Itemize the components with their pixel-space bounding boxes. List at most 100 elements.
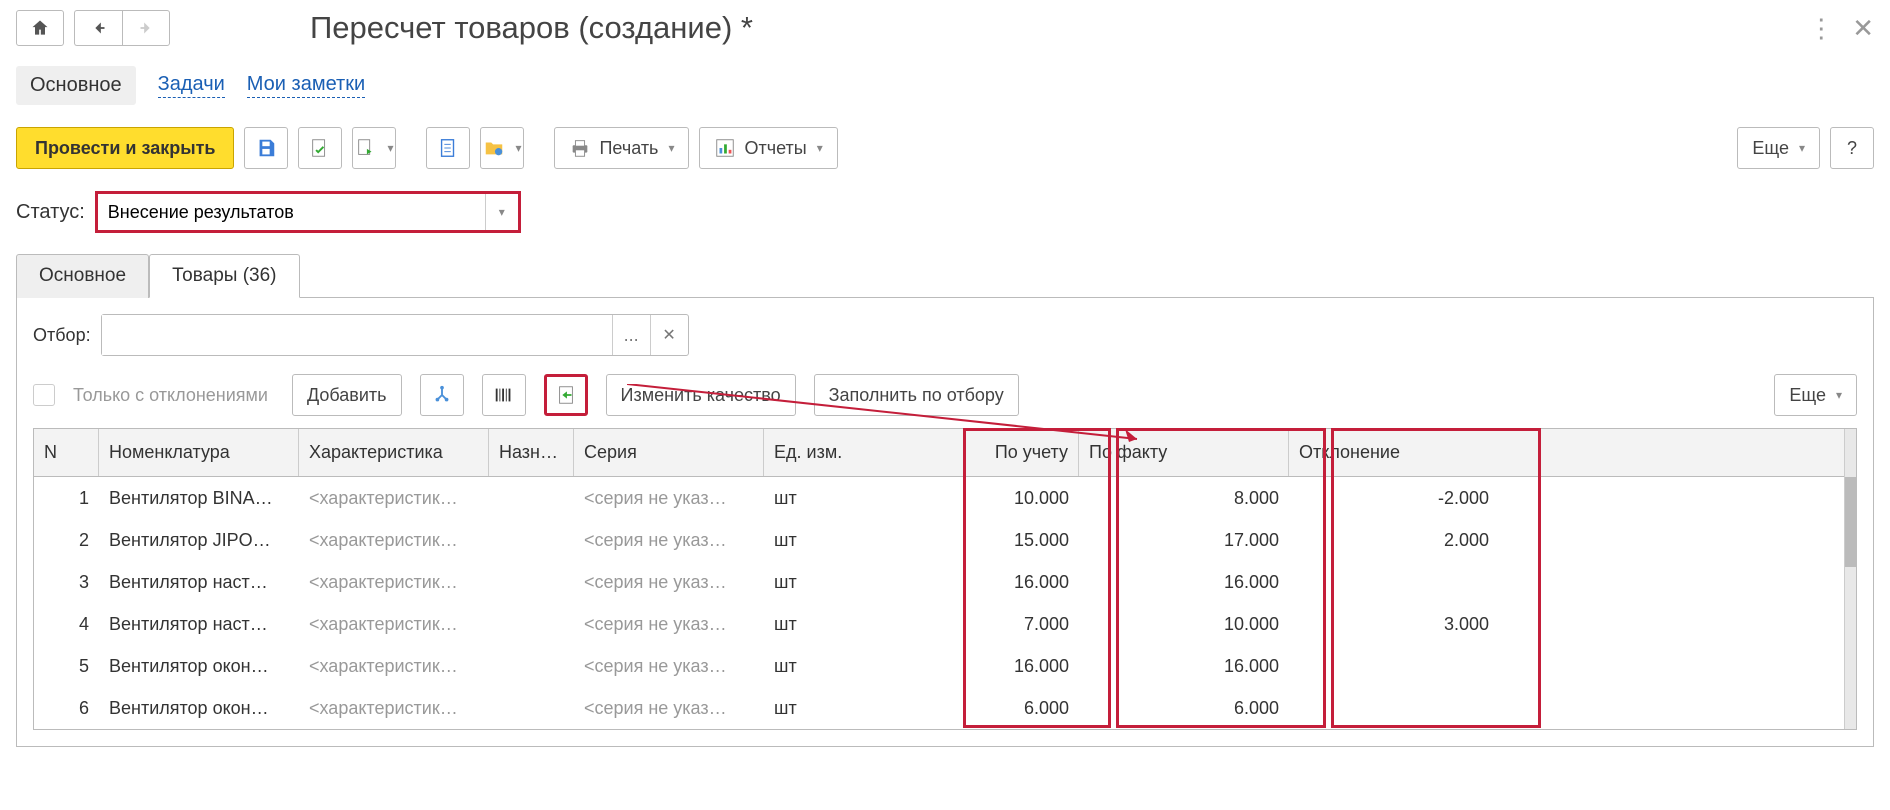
barcode-button[interactable] [482,374,526,416]
cell-nom: Вентилятор окон… [99,687,299,729]
status-dropdown-icon[interactable]: ▾ [486,194,518,230]
help-button[interactable]: ? [1830,127,1874,169]
chart-icon [714,137,736,159]
scrollbar[interactable] [1844,429,1856,729]
col-uch[interactable]: По учету [964,429,1079,476]
grid-more-button[interactable]: Еще [1774,374,1857,416]
import-button[interactable] [544,374,588,416]
document-check-icon [309,137,331,159]
cell-uch: 16.000 [964,645,1079,687]
cell-um: шт [764,519,964,561]
fill-by-filter-button[interactable]: Заполнить по отбору [814,374,1019,416]
cell-char: <характеристик… [299,645,489,687]
cell-nom: Вентилятор окон… [99,645,299,687]
cell-fact: 10.000 [1079,603,1289,645]
arrow-right-icon [135,17,157,39]
col-nazn[interactable]: Назн… [489,429,574,476]
cell-ser: <серия не указ… [574,477,764,519]
cell-uch: 16.000 [964,561,1079,603]
doc-icon-button[interactable] [426,127,470,169]
forward-button[interactable] [122,10,170,46]
post-button[interactable] [298,127,342,169]
home-icon [30,18,50,38]
cell-nazn [489,561,574,603]
cell-um: шт [764,561,964,603]
cell-nom: Вентилятор наст… [99,603,299,645]
col-um[interactable]: Ед. изм. [764,429,964,476]
cell-dev: 2.000 [1289,519,1499,561]
split-button[interactable] [420,374,464,416]
table-row[interactable]: 4 Вентилятор наст… <характеристик… <сери… [34,603,1844,645]
back-button[interactable] [74,10,122,46]
cell-nazn [489,687,574,729]
cell-nom: Вентилятор JIPO… [99,519,299,561]
cell-dev [1289,645,1499,687]
link-tab-tasks[interactable]: Задачи [158,73,225,98]
col-nom[interactable]: Номенклатура [99,429,299,476]
table-row[interactable]: 3 Вентилятор наст… <характеристик… <сери… [34,561,1844,603]
cell-char: <характеристик… [299,477,489,519]
cell-dev [1289,687,1499,729]
cell-n: 1 [34,477,99,519]
filter-dots-button[interactable]: ... [612,315,650,355]
link-tab-main[interactable]: Основное [16,66,136,105]
page-title: Пересчет товаров (создание) * [310,10,1798,46]
col-ser[interactable]: Серия [574,429,764,476]
save-button[interactable] [244,127,288,169]
kebab-menu-icon[interactable]: ⋮ [1808,13,1834,44]
arrow-left-icon [88,17,110,39]
col-dev[interactable]: Отклонение [1289,429,1499,476]
col-fact[interactable]: По факту [1079,429,1289,476]
table-row[interactable]: 6 Вентилятор окон… <характеристик… <сери… [34,687,1844,729]
tab-goods[interactable]: Товары (36) [149,254,299,298]
cell-n: 4 [34,603,99,645]
document-icon [437,137,459,159]
cell-um: шт [764,645,964,687]
home-button[interactable] [16,10,64,46]
printer-icon [569,137,591,159]
print-button[interactable]: Печать [554,127,689,169]
table-row[interactable]: 2 Вентилятор JIPO… <характеристик… <сери… [34,519,1844,561]
document-arrow-icon [355,137,377,159]
cell-ser: <серия не указ… [574,687,764,729]
cell-ser: <серия не указ… [574,603,764,645]
close-icon[interactable]: ✕ [1852,13,1874,44]
status-combo[interactable]: ▾ [95,191,521,233]
filter-input[interactable] [102,315,612,355]
print-label: Печать [599,138,658,159]
link-tab-notes[interactable]: Мои заметки [247,73,365,98]
folder-button[interactable] [480,127,524,169]
cell-ser: <серия не указ… [574,519,764,561]
cell-ser: <серия не указ… [574,561,764,603]
change-quality-button[interactable]: Изменить качество [606,374,796,416]
cell-uch: 15.000 [964,519,1079,561]
reports-label: Отчеты [744,138,806,159]
status-label: Статус: [16,201,85,224]
cell-nom: Вентилятор наст… [99,561,299,603]
table-row[interactable]: 1 Вентилятор BINA… <характеристик… <сери… [34,477,1844,519]
cell-nazn [489,477,574,519]
cell-char: <характеристик… [299,561,489,603]
cell-fact: 16.000 [1079,561,1289,603]
cell-n: 5 [34,645,99,687]
table-row[interactable]: 5 Вентилятор окон… <характеристик… <сери… [34,645,1844,687]
col-n[interactable]: N [34,429,99,476]
based-on-button[interactable] [352,127,396,169]
goods-table: N Номенклатура Характеристика Назн… Сери… [33,428,1857,730]
cell-uch: 10.000 [964,477,1079,519]
filter-clear-button[interactable]: ✕ [650,315,688,355]
cell-nom: Вентилятор BINA… [99,477,299,519]
more-button[interactable]: Еще [1737,127,1820,169]
cell-n: 2 [34,519,99,561]
add-button[interactable]: Добавить [292,374,402,416]
cell-dev [1289,561,1499,603]
cell-n: 6 [34,687,99,729]
reports-button[interactable]: Отчеты [699,127,837,169]
col-char[interactable]: Характеристика [299,429,489,476]
tab-main[interactable]: Основное [16,254,149,298]
cell-um: шт [764,687,964,729]
status-input[interactable] [98,194,486,230]
post-and-close-button[interactable]: Провести и закрыть [16,127,234,169]
only-deviations-checkbox[interactable] [33,384,55,406]
split-icon [431,384,453,406]
